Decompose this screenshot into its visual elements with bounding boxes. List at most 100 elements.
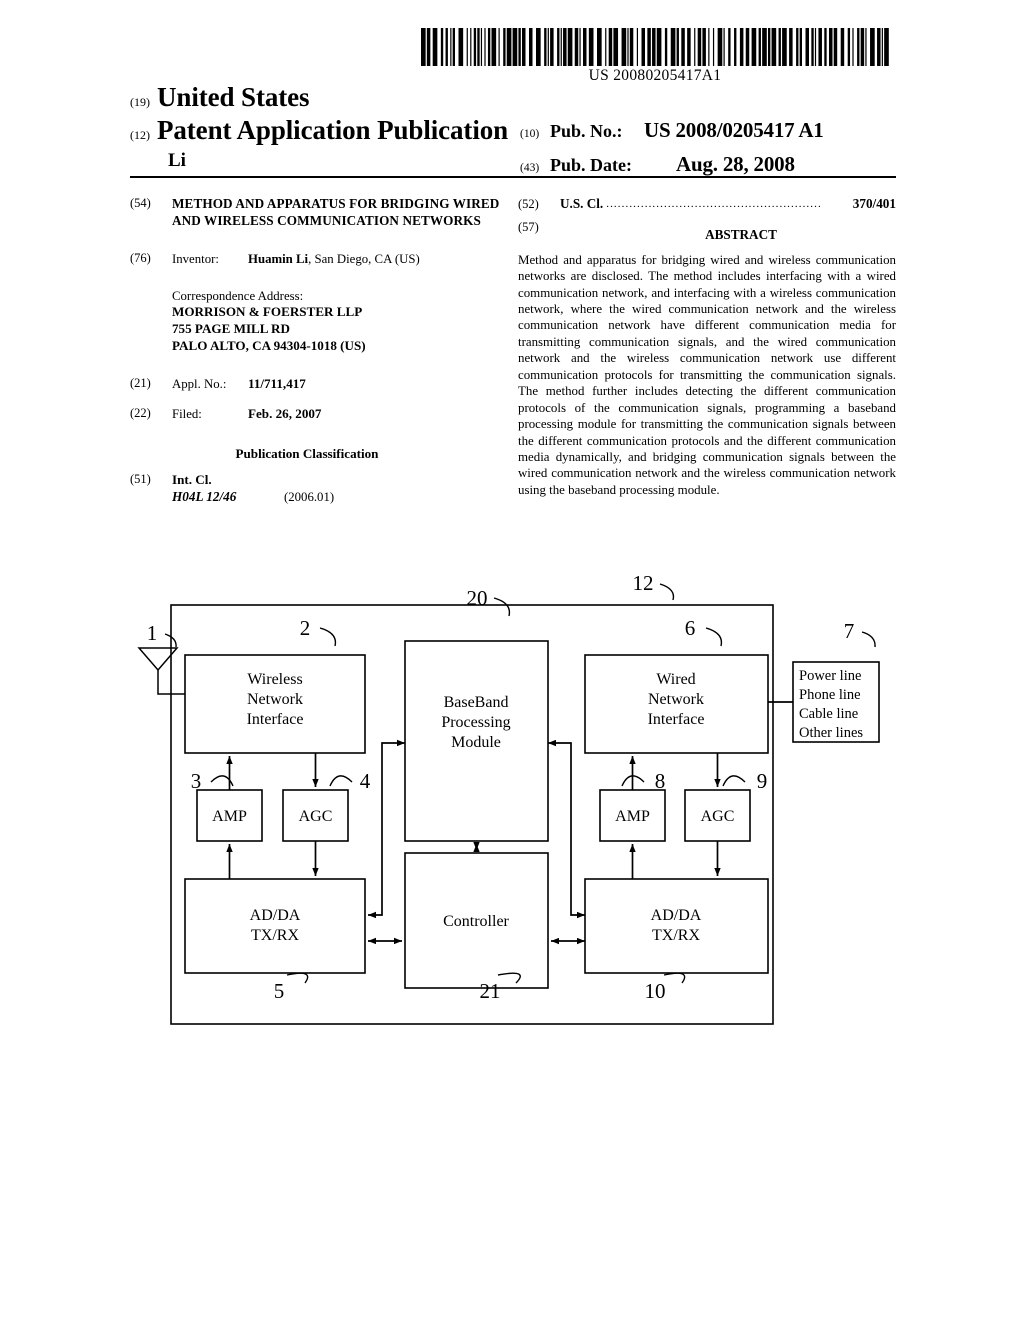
correspondence-field: Correspondence Address: MORRISON & FOERS… (130, 288, 502, 355)
us-cl-value: 370/401 (852, 196, 896, 211)
code-12: (12) (130, 128, 150, 142)
title-field: (54) METHOD AND APPARATUS FOR BRIDGING W… (130, 196, 502, 230)
wireless-interface-label-2: Network (247, 691, 303, 708)
invention-title: METHOD AND APPARATUS FOR BRIDGING WIRED … (172, 196, 500, 228)
ref-numeral-8: 8 (655, 769, 666, 793)
baseband-label-2: Processing (441, 714, 510, 731)
us-cl-leader-dots: ........................................… (606, 198, 822, 210)
ref-numeral-1: 1 (147, 621, 158, 645)
inventor-body: Inventor: Huamin Li, San Diego, CA (US) (172, 251, 502, 267)
external-line-label-3: Cable line (799, 706, 858, 722)
int-cl-body: Int. Cl. H04L 12/46 (2006.01) (172, 472, 502, 505)
adda-left-label-2: TX/RX (251, 927, 299, 944)
correspondence-code-spacer (130, 288, 172, 355)
masthead-divider (130, 176, 896, 178)
lead-ref-12 (659, 583, 675, 601)
wireless-interface-label-1: Wireless (247, 671, 302, 688)
pub-date-value: Aug. 28, 2008 (676, 152, 795, 176)
abstract-heading: ABSTRACT (705, 226, 777, 242)
pub-number-label: Pub. No.: (550, 121, 623, 141)
pub-number-row: (10) Pub. No.: US 2008/0205417 A1 (520, 118, 896, 143)
int-cl-version: (2006.01) (284, 489, 335, 504)
appl-no-value: 11/711,417 (248, 375, 306, 391)
wire-baseband-to-adda-right (548, 739, 585, 919)
ref-numeral-2: 2 (300, 616, 311, 640)
int-cl-label: Int. Cl. (172, 471, 212, 487)
controller-label: Controller (443, 913, 509, 930)
lead-ref-2 (319, 627, 337, 647)
ref-numeral-4: 4 (360, 769, 371, 793)
ref-numeral-3: 3 (191, 769, 202, 793)
ref-numeral-9: 9 (757, 769, 768, 793)
code-51: (51) (130, 471, 151, 486)
external-line-label-2: Phone line (799, 687, 861, 703)
pub-number-value: US 2008/0205417 A1 (644, 118, 824, 142)
adda-right-label-1: AD/DA (651, 907, 702, 924)
adda-right-box (584, 878, 769, 974)
external-line-label-4: Other lines (799, 725, 863, 741)
barcode-block: US 20080205417A1 (419, 28, 891, 85)
lead-ref-21 (497, 972, 521, 984)
inventor-field: (76) Inventor: Huamin Li, San Diego, CA … (130, 251, 502, 267)
amp-right-label: AMP (615, 808, 650, 825)
barcode-image (421, 28, 889, 66)
lead-ref-10 (663, 972, 686, 984)
lead-ref-7 (861, 631, 876, 648)
filed-label: Filed: (172, 407, 202, 421)
ref-numeral-10: 10 (645, 979, 666, 1003)
country-name: United States (157, 82, 310, 112)
wire-baseband-to-adda-left (368, 739, 405, 919)
lead-ref-6 (705, 627, 723, 647)
code-57: (57) (518, 219, 539, 234)
bibliographic-right-column: (52) U.S. Cl. ..........................… (518, 196, 896, 498)
inventor-name: Huamin Li (248, 251, 309, 266)
code-21: (21) (130, 375, 151, 390)
int-cl-field: (51) Int. Cl. H04L 12/46 (2006.01) (130, 472, 502, 505)
figure-svg: Wireless Network Interface BaseBand Proc… (137, 571, 880, 1025)
inventor-value: Huamin Li, San Diego, CA (US) (248, 251, 420, 267)
lead-ref-20 (493, 597, 511, 617)
lead-ref-4 (329, 775, 353, 787)
adda-left-box (184, 878, 366, 974)
wired-interface-label-2: Network (648, 691, 704, 708)
code-19: (19) (130, 95, 150, 109)
appl-no-field: (21) Appl. No.: 11/711,417 (130, 376, 502, 392)
lead-ref-5 (286, 972, 309, 984)
amp-left-label: AMP (212, 808, 247, 825)
masthead-country-row: (19) United States (130, 82, 896, 115)
agc-right-label: AGC (701, 808, 735, 825)
abstract-text: Method and apparatus for bridging wired … (518, 252, 896, 497)
adda-right-label-2: TX/RX (652, 927, 700, 944)
correspondence-line-1: MORRISON & FOERSTER LLP (172, 304, 363, 320)
wired-interface-label-3: Interface (648, 711, 705, 728)
document-type: Patent Application Publication (157, 115, 509, 145)
correspondence-label: Correspondence Address: (172, 288, 304, 303)
ref-numeral-7: 7 (844, 619, 855, 643)
wired-interface-label-1: Wired (656, 671, 695, 688)
us-classification-field: (52) U.S. Cl. ..........................… (518, 196, 896, 213)
correspondence-line-3: PALO ALTO, CA 94304-1018 (US) (172, 337, 366, 353)
pub-date-row: (43) Pub. Date: Aug. 28, 2008 (520, 152, 896, 177)
external-line-label-1: Power line (799, 668, 861, 684)
filed-field: (22) Filed: Feb. 26, 2007 (130, 406, 502, 422)
code-76: (76) (130, 250, 151, 265)
ref-numeral-6: 6 (685, 616, 696, 640)
wireless-interface-label-3: Interface (247, 711, 304, 728)
code-52: (52) (518, 197, 539, 211)
appl-no-row: Appl. No.: 11/711,417 (172, 376, 502, 392)
code-10: (10) (520, 128, 540, 140)
baseband-label-3: Module (451, 734, 501, 751)
ref-numeral-21: 21 (480, 979, 501, 1003)
filed-body: Filed: Feb. 26, 2007 (172, 406, 502, 422)
lead-ref-9 (722, 775, 746, 787)
ref-numeral-12: 12 (633, 571, 654, 595)
int-cl-value: H04L 12/46 (172, 488, 237, 504)
adda-left-label-1: AD/DA (250, 907, 301, 924)
ref-numeral-20: 20 (467, 586, 488, 610)
pub-date-label: Pub. Date: (550, 155, 632, 175)
bibliographic-left-column: (54) METHOD AND APPARATUS FOR BRIDGING W… (130, 196, 502, 507)
code-54: (54) (130, 196, 151, 210)
publication-classification-heading: Publication Classification (235, 446, 379, 462)
inventor-label: Inventor: (172, 251, 219, 266)
filed-row: Filed: Feb. 26, 2007 (172, 406, 502, 422)
